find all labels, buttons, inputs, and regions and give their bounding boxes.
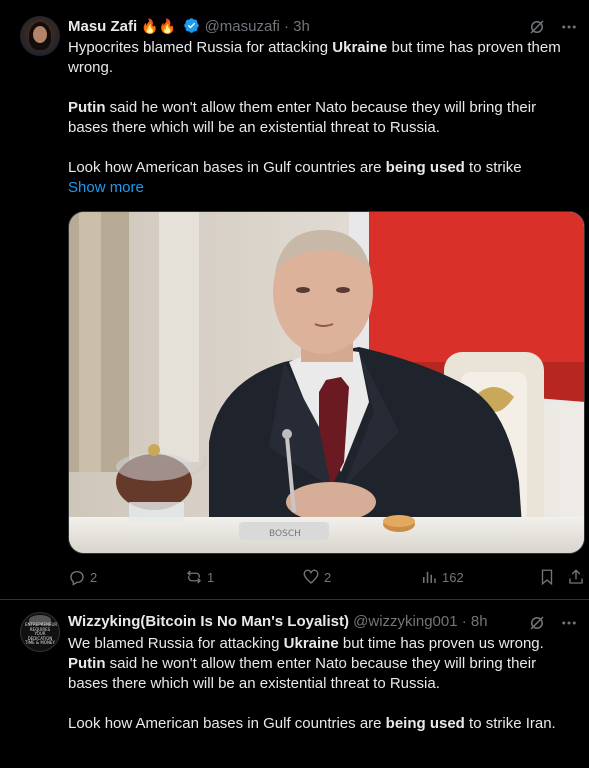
tweet-paragraph: We blamed Russia for attacking Ukraine b… (68, 635, 544, 692)
like-button[interactable]: 2 (302, 565, 331, 589)
repost-button[interactable]: 1 (185, 565, 214, 589)
bold-keyword: Ukraine (332, 39, 388, 56)
name-emoji: 🔥🔥 (141, 18, 177, 34)
reply-button[interactable]: 2 (68, 565, 97, 589)
tweet-paragraph: Look how American bases in Gulf countrie… (68, 159, 522, 176)
verified-badge-icon (183, 17, 200, 40)
avatar[interactable]: ENTREPRENEURSHIP REQUIRES YOUR DEDICATIO… (20, 612, 60, 652)
bold-keyword: being used (385, 715, 465, 732)
repost-count: 1 (207, 569, 215, 585)
bold-keyword: Putin (68, 655, 106, 672)
bookmark-button[interactable] (538, 565, 556, 589)
tweet-header: Wizzyking(Bitcoin Is No Man's Loyalist) … (68, 612, 488, 632)
bold-keyword: being used (385, 159, 465, 176)
avatar-text: ENTREPRENEURSHIP REQUIRES YOUR DEDICATIO… (25, 622, 60, 645)
separator-dot: · (284, 18, 289, 35)
putin-photo-illustration: BOSCH (69, 212, 584, 553)
display-name[interactable]: Masu Zafi (68, 18, 137, 35)
tweet-top-actions (527, 17, 579, 37)
handle[interactable]: @wizzyking001 (353, 613, 457, 630)
views-icon (423, 571, 436, 583)
tweet-actions-bar: 2 1 2 162 (68, 565, 588, 589)
share-icon (569, 569, 583, 584)
tweet-divider (0, 599, 589, 600)
grok-icon[interactable] (527, 613, 547, 633)
views-count: 162 (442, 569, 464, 585)
tweet-paragraph: Look how American bases in Gulf countrie… (68, 715, 556, 732)
microphone-brand: BOSCH (269, 529, 301, 539)
grok-icon[interactable] (527, 17, 547, 37)
timestamp[interactable]: 8h (471, 613, 488, 630)
tweet-media-photo[interactable]: BOSCH (68, 211, 585, 554)
display-name[interactable]: Wizzyking(Bitcoin Is No Man's Loyalist) (68, 613, 349, 630)
separator-dot: · (461, 613, 467, 630)
like-count: 2 (324, 569, 332, 585)
handle[interactable]: @masuzafi (205, 18, 280, 35)
reply-count: 2 (90, 569, 98, 585)
tweet-top-actions (527, 613, 579, 633)
tweet-header: Masu Zafi 🔥🔥 @masuzafi · 3h (68, 16, 310, 40)
more-dots-icon[interactable] (559, 613, 579, 633)
tweet-paragraph: Putin said he won't allow them enter Nat… (68, 99, 537, 136)
like-icon (303, 569, 319, 584)
views-button[interactable]: 162 (420, 565, 464, 589)
more-dots-icon[interactable] (559, 17, 579, 37)
reply-icon (70, 571, 84, 586)
tweet-text: Hypocrites blamed Russia for attacking U… (68, 38, 578, 198)
show-more-link[interactable]: Show more (68, 178, 578, 198)
avatar[interactable] (20, 16, 60, 56)
tweet-text: We blamed Russia for attacking Ukraine b… (68, 634, 578, 734)
bold-keyword: Ukraine (283, 635, 339, 652)
repost-icon (187, 570, 201, 584)
tweet-actions-bar-partial (68, 748, 588, 768)
tweet-paragraph: Hypocrites blamed Russia for attacking U… (68, 39, 561, 76)
share-button[interactable] (567, 565, 585, 589)
timestamp[interactable]: 3h (293, 18, 310, 35)
bold-keyword: Putin (68, 99, 106, 116)
bookmark-icon (541, 569, 553, 586)
avatar-face (33, 26, 47, 43)
